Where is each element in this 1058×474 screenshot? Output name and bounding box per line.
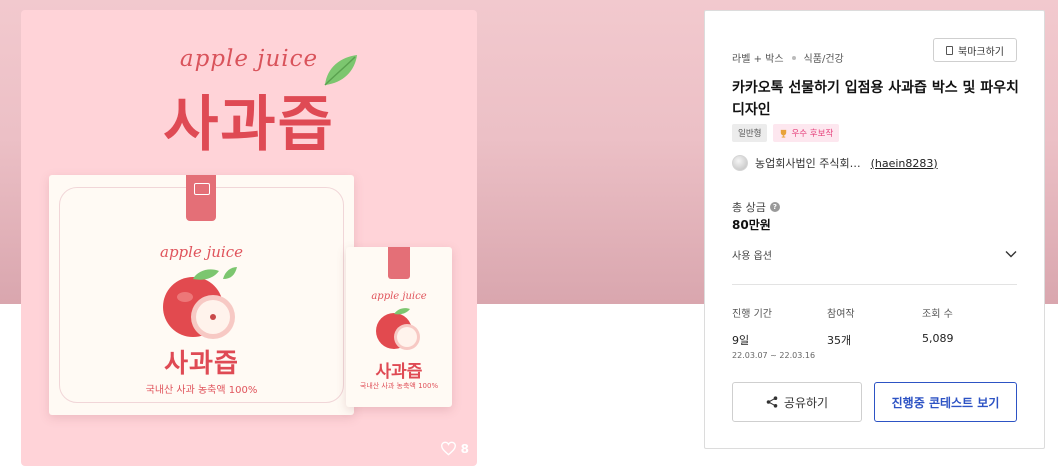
product-image[interactable]: apple juice 사과즙 apple juice 사과즙 국내산 사과 농…: [21, 10, 477, 466]
period-range: 22.03.07 ~ 22.03.16: [732, 351, 816, 360]
owner-id-link[interactable]: (haein8283): [871, 157, 938, 170]
type-badge: 일반형: [732, 124, 768, 142]
stat-period: 진행 기간 9일 22.03.07 ~ 22.03.16: [732, 305, 815, 360]
bookmark-icon: [946, 45, 953, 55]
like-button[interactable]: 8: [440, 441, 469, 456]
juice-pouch: apple juice 사과즙 국내산 사과 농축액 100%: [346, 247, 452, 407]
contest-title: 카카오톡 선물하기 입점용 사과즙 박스 및 파우치 디자인: [732, 80, 1019, 118]
owner-name[interactable]: 농업회사법인 주식회…: [755, 155, 861, 171]
type-badge-label: 일반형: [738, 129, 762, 139]
share-label: 공유하기: [783, 395, 829, 410]
like-count: 8: [460, 441, 469, 456]
box-subtitle: 국내산 사과 농축액 100%: [145, 385, 258, 396]
excellent-badge: 우수 후보작: [773, 124, 840, 142]
usage-options-label: 사용 옵션: [732, 250, 772, 262]
view-contest-button[interactable]: 진행중 콘테스트 보기: [874, 382, 1017, 422]
pouch-script: apple juice: [371, 291, 427, 302]
breadcrumb: 라벨 + 박스 식품/건강: [732, 50, 844, 65]
owner-info: 농업회사법인 주식회… (haein8283): [732, 155, 938, 171]
apple-icon: [163, 267, 237, 339]
script-title: apple juice: [179, 46, 319, 72]
badge-group: 일반형 우수 후보작: [732, 124, 840, 142]
trophy-icon: [781, 129, 787, 138]
bookmark-label: 북마크하기: [958, 46, 1004, 58]
share-icon: [766, 396, 778, 408]
stat-views: 조회 수 5,089: [922, 305, 954, 345]
bookmark-button[interactable]: 북마크하기: [933, 38, 1017, 62]
box-title: 사과즙: [164, 349, 239, 379]
pouch-subtitle: 국내산 사과 농축액 100%: [359, 382, 439, 390]
period-label: 진행 기간: [732, 309, 772, 320]
views-label: 조회 수: [922, 309, 953, 320]
prize-value: 80만원: [732, 218, 771, 232]
apple-icon: [376, 308, 420, 350]
question-icon[interactable]: ?: [769, 202, 780, 212]
contest-info-panel: 라벨 + 박스 식품/건강 북마크하기 카카오톡 선물하기 입점용 사과즙 박스…: [704, 10, 1045, 449]
prize-label: 총 상금: [732, 201, 766, 214]
chevron-down-icon: [1005, 251, 1017, 258]
juice-box: apple juice 사과즙 국내산 사과 농축액 100%: [49, 175, 354, 415]
usage-options-dropdown[interactable]: 사용 옵션: [732, 239, 1017, 269]
box-label-tag: [186, 175, 216, 221]
breadcrumb-item[interactable]: 식품/건강: [804, 50, 844, 65]
main-title: 사과즙: [163, 90, 335, 160]
entries-value: 35개: [827, 334, 852, 347]
divider: [732, 284, 1017, 285]
breadcrumb-separator: [791, 55, 796, 60]
view-contest-label: 진행중 콘테스트 보기: [891, 395, 1000, 410]
entries-label: 참여작: [827, 309, 855, 320]
avatar[interactable]: [732, 155, 748, 171]
share-button[interactable]: 공유하기: [732, 382, 862, 422]
pouch-label-tag: [388, 247, 410, 279]
stat-entries: 참여작 35개: [827, 305, 855, 348]
pouch-title: 사과즙: [375, 362, 423, 382]
prize-label-row: 총 상금 ?: [732, 199, 780, 215]
excellent-badge-label: 우수 후보작: [791, 129, 834, 139]
heart-icon: [440, 441, 456, 456]
breadcrumb-item[interactable]: 라벨 + 박스: [732, 50, 784, 65]
views-value: 5,089: [922, 332, 954, 345]
period-value: 9일: [732, 334, 750, 347]
box-script: apple juice: [160, 243, 243, 261]
